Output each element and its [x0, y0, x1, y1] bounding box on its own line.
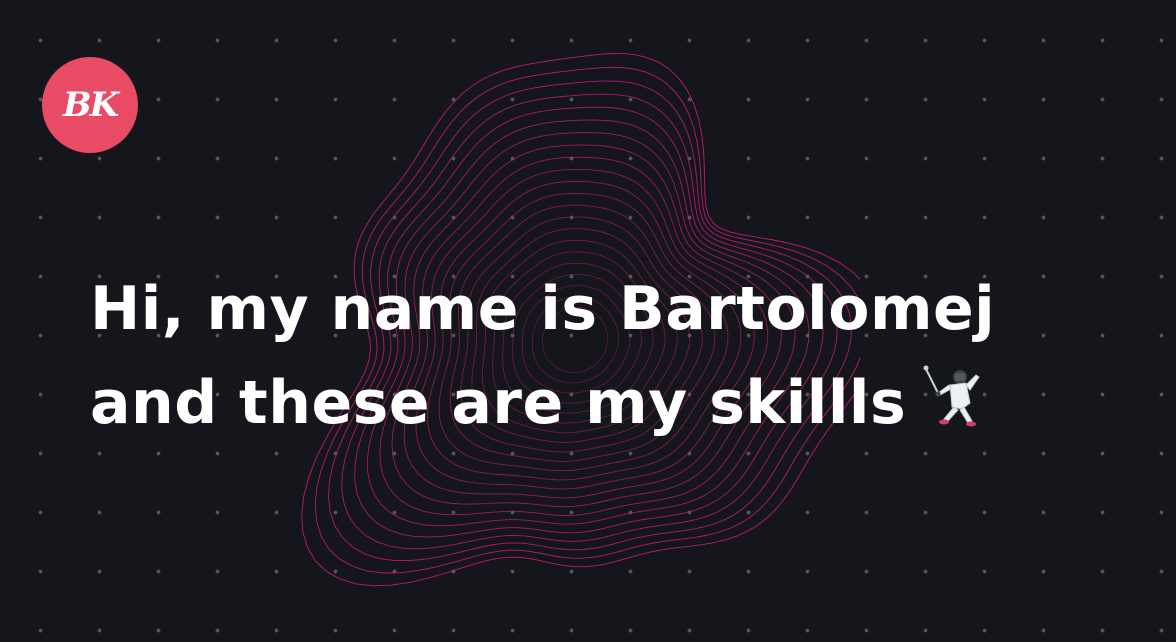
- logo-initials: BK: [62, 85, 119, 125]
- hero-section: BK Hi, my name is Bartolomej and these a…: [0, 0, 1176, 642]
- headline-line-1: Hi, my name is Bartolomej: [90, 274, 996, 344]
- hero-headline: Hi, my name is Bartolomej and these are …: [90, 262, 1090, 450]
- fencer-icon: [923, 365, 980, 427]
- headline-line-2-wrap: and these are my skillls: [90, 356, 1090, 450]
- headline-line-2: and these are my skillls: [90, 368, 907, 438]
- logo-badge[interactable]: BK: [42, 57, 138, 153]
